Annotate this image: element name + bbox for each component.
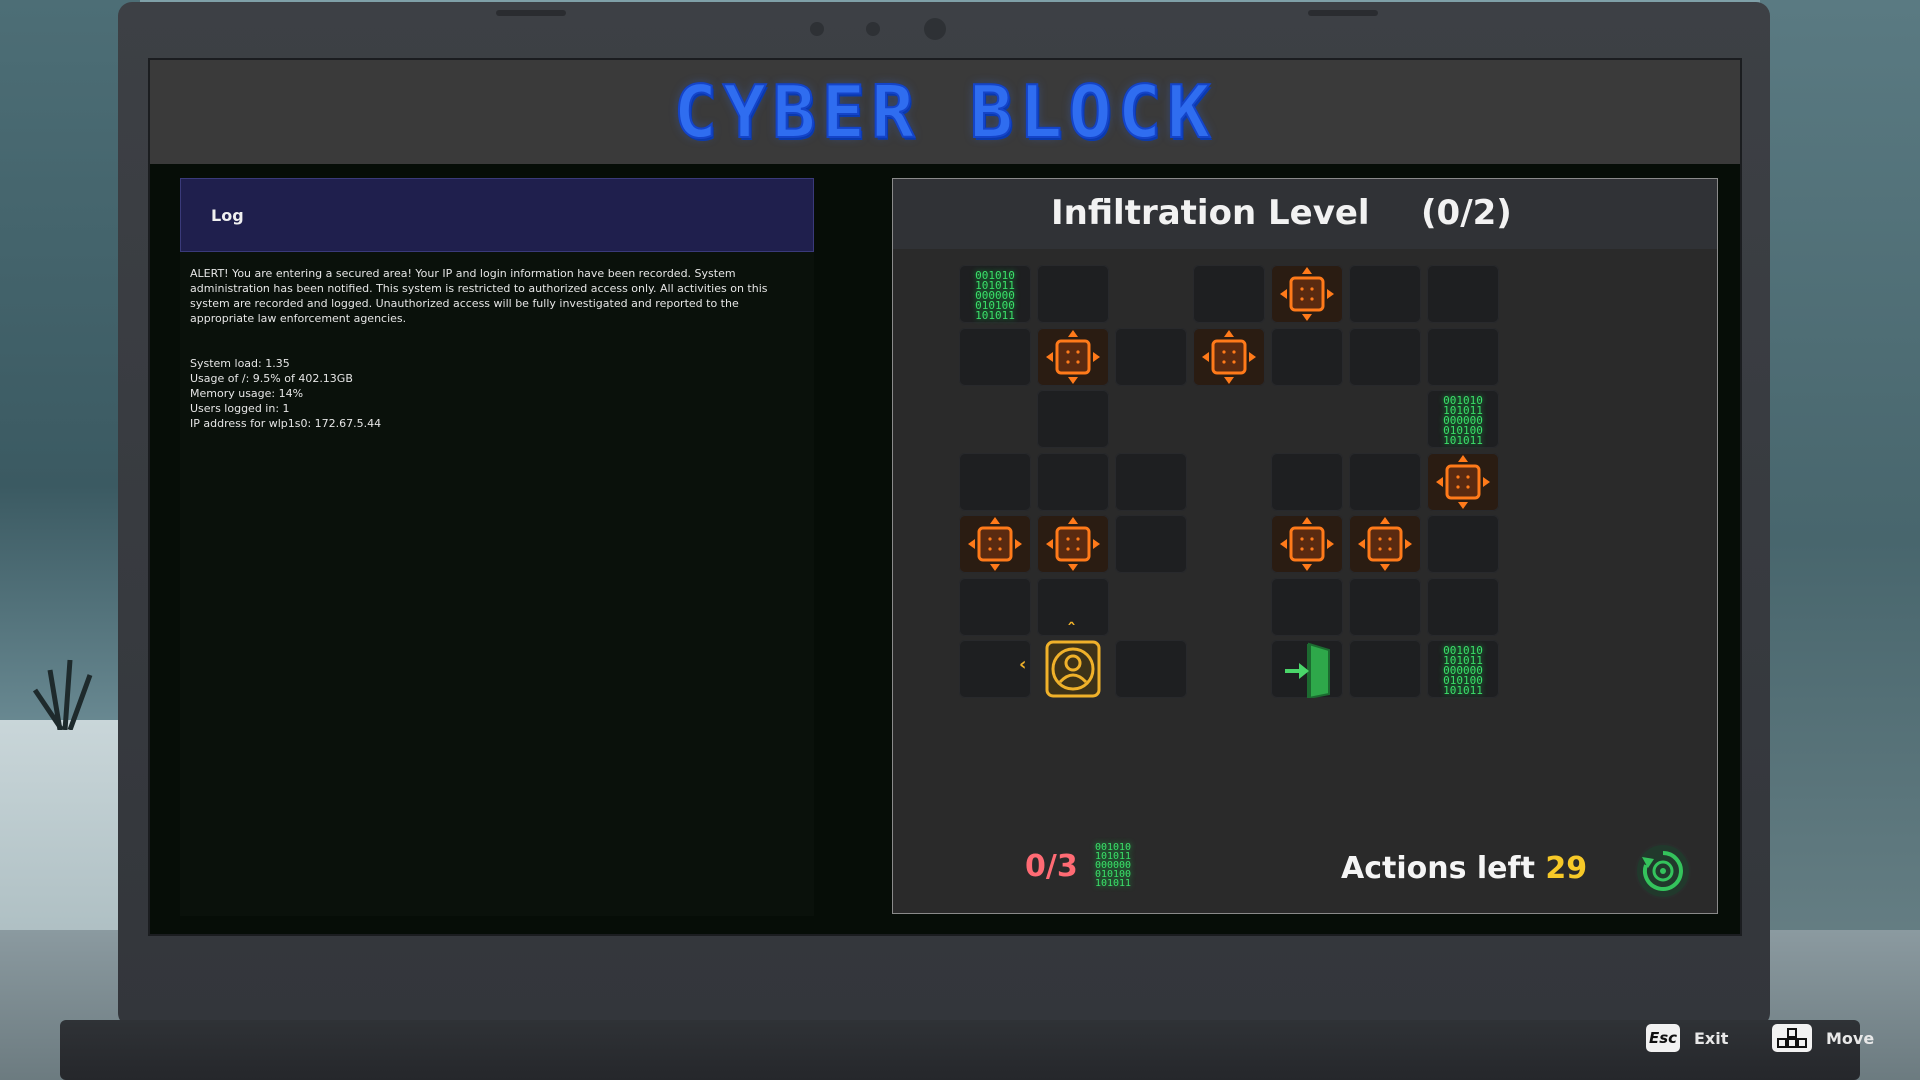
log-stat-line: Usage of /: 9.5% of 402.13GB	[190, 372, 353, 385]
grid-cell	[959, 327, 1031, 386]
grid-cell	[1427, 515, 1499, 573]
room-background-right	[1760, 0, 1920, 1080]
arrow-keys-icon	[1772, 1024, 1812, 1052]
grid-cell	[1271, 577, 1343, 636]
actions-left-value: 29	[1545, 851, 1588, 886]
grid-cell	[1115, 515, 1187, 573]
log-panel: Log ALERT! You are entering a secured ar…	[180, 178, 814, 916]
move-up-chevron-icon[interactable]: ˆ	[1067, 620, 1076, 641]
firewall-block-icon	[1349, 515, 1421, 573]
esc-key-icon: Esc	[1646, 1024, 1680, 1052]
player-avatar-icon	[1037, 640, 1109, 698]
grid-cell	[1037, 390, 1109, 448]
reset-icon[interactable]	[1633, 841, 1693, 901]
actions-left-label: Actions left	[1341, 851, 1535, 886]
data-file-icon: 001010 101011 000000 010100 101011	[1427, 640, 1499, 698]
firewall-block-icon	[1427, 452, 1499, 511]
plant-icon	[32, 659, 93, 730]
data-file-icon: 001010 101011 000000 010100 101011	[1427, 390, 1499, 448]
grid-cell	[1427, 327, 1499, 386]
exit-hint: Esc Exit	[1646, 1024, 1728, 1052]
log-stat-line: System load: 1.35	[190, 357, 290, 370]
move-hint: Move	[1772, 1024, 1874, 1052]
firewall-block-icon	[1037, 327, 1109, 386]
grid-cell	[1037, 452, 1109, 511]
move-left-chevron-icon[interactable]: ‹	[1019, 654, 1026, 675]
data-collected-count: 0/3	[1025, 849, 1078, 884]
grid-cell	[1271, 327, 1343, 386]
log-header: Log	[180, 178, 814, 252]
grid-cell	[1349, 327, 1421, 386]
grid-cell	[1037, 265, 1109, 323]
game-panel: Infiltration Level (0/2) 001010 101011 000…	[892, 178, 1718, 914]
firewall-block-icon	[1193, 327, 1265, 386]
grid-cell	[1427, 577, 1499, 636]
grid-cell	[1349, 452, 1421, 511]
grid-cell	[1115, 452, 1187, 511]
grid-cell	[959, 452, 1031, 511]
hinge-notch	[1308, 10, 1378, 16]
exit-door-icon	[1271, 640, 1343, 698]
camera-dot	[866, 22, 880, 36]
camera-dot	[810, 22, 824, 36]
grid-cell	[959, 577, 1031, 636]
grid-cell	[1193, 265, 1265, 323]
grid-cell	[1271, 452, 1343, 511]
grid-cell	[1349, 265, 1421, 323]
firewall-block-icon	[1271, 515, 1343, 573]
exit-hint-label: Exit	[1694, 1028, 1729, 1048]
log-alert-text: ALERT! You are entering a secured area! …	[190, 267, 768, 325]
data-collected-icon: 001010 101011 000000 010100 101011	[1094, 842, 1132, 889]
firewall-block-icon	[1037, 515, 1109, 573]
laptop-base	[60, 1020, 1860, 1080]
laptop-screen: CYBER BLOCK Log ALERT! You are entering …	[148, 58, 1742, 936]
grid-cell	[1427, 265, 1499, 323]
title-bar: CYBER BLOCK	[150, 60, 1740, 164]
actions-left: Actions left 29	[1341, 851, 1587, 886]
firewall-block-icon	[1271, 265, 1343, 323]
camera-icon	[924, 18, 946, 40]
log-stats: System load: 1.35 Usage of /: 9.5% of 40…	[190, 356, 804, 431]
grid-cell	[1349, 577, 1421, 636]
grid-cell	[1115, 327, 1187, 386]
data-file-icon: 001010 101011 000000 010100 101011	[959, 265, 1031, 323]
log-stat-line: Users logged in: 1	[190, 402, 290, 415]
log-stat-line: Memory usage: 14%	[190, 387, 304, 400]
grid-cell	[1115, 640, 1187, 698]
move-hint-label: Move	[1826, 1028, 1875, 1048]
firewall-block-icon	[959, 515, 1031, 573]
game-title: CYBER BLOCK	[673, 69, 1217, 155]
log-stat-line: IP address for wlp1s0: 172.67.5.44	[190, 417, 382, 430]
hinge-notch	[496, 10, 566, 16]
game-grid[interactable]: 001010 101011 000000 010100 101011 001010 1010…	[893, 179, 1717, 915]
log-body: ALERT! You are entering a secured area! …	[190, 266, 804, 431]
grid-cell	[1349, 640, 1421, 698]
